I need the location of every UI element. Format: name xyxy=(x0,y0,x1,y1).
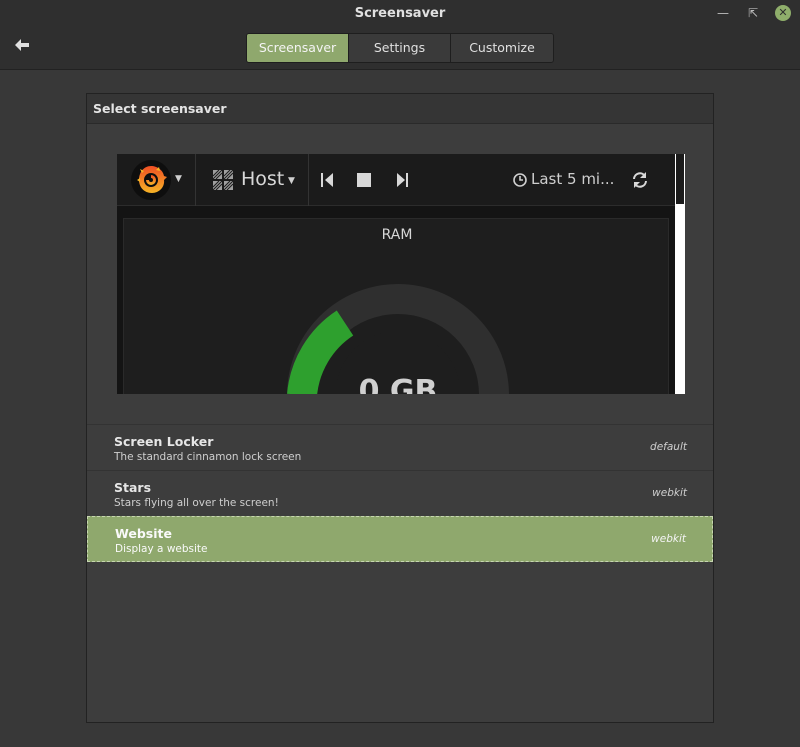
list-item-tag: webkit xyxy=(652,487,687,499)
list-item-title: Screen Locker xyxy=(114,434,214,449)
back-arrow-icon xyxy=(15,39,29,51)
minimize-icon[interactable]: — xyxy=(715,5,731,21)
list-item-title: Stars xyxy=(114,480,152,495)
window-title: Screensaver xyxy=(354,6,446,21)
ram-panel: RAM 0 GB xyxy=(123,218,669,394)
list-item-title: Website xyxy=(115,526,172,541)
ram-gauge-value: 0 GB xyxy=(359,374,438,394)
list-item-subtitle: The standard cinnamon lock screen xyxy=(114,451,302,463)
list-item-website[interactable]: Website Display a website webkit xyxy=(87,516,713,562)
screensaver-preview: ▼ Host ▼ Last 5 mi... RAM 0 GB xyxy=(117,154,685,394)
tab-screensaver[interactable]: Screensaver xyxy=(247,34,349,62)
refresh-icon[interactable] xyxy=(631,171,649,189)
skip-forward-icon[interactable] xyxy=(393,170,411,190)
ram-gauge: 0 GB xyxy=(287,284,509,394)
dashboard-picker[interactable]: Host xyxy=(241,168,284,190)
tab-settings[interactable]: Settings xyxy=(349,34,451,62)
screensaver-panel: Select screensaver ▼ Host ▼ Last 5 mi...… xyxy=(86,93,714,723)
back-button[interactable] xyxy=(10,36,34,58)
screensaver-list: Screen Locker The standard cinnamon lock… xyxy=(87,424,713,562)
preview-toolbar: ▼ Host ▼ Last 5 mi... xyxy=(117,154,675,206)
panel-title: Select screensaver xyxy=(87,94,713,124)
list-item-subtitle: Display a website xyxy=(115,543,208,555)
list-item-tag: default xyxy=(650,441,687,453)
toolbar-divider xyxy=(308,154,309,206)
list-item-screen-locker[interactable]: Screen Locker The standard cinnamon lock… xyxy=(87,424,713,470)
list-item-tag: webkit xyxy=(651,533,686,545)
header-bar: Screensaver — ⇱ ✕ Screensaver Settings C… xyxy=(0,0,800,70)
tab-bar: Screensaver Settings Customize xyxy=(246,33,554,63)
maximize-icon[interactable]: ⇱ xyxy=(745,5,761,21)
clock-icon xyxy=(513,173,527,187)
tab-customize[interactable]: Customize xyxy=(451,34,553,62)
toolbar-divider xyxy=(195,154,196,206)
dashboard-grid-icon xyxy=(213,170,233,190)
close-icon[interactable]: ✕ xyxy=(775,5,791,21)
logo-dropdown-icon[interactable]: ▼ xyxy=(175,174,182,184)
list-item-subtitle: Stars flying all over the screen! xyxy=(114,497,279,509)
stop-icon[interactable] xyxy=(355,170,373,190)
dashboard-dropdown-icon[interactable]: ▼ xyxy=(288,176,295,186)
grafana-logo-icon xyxy=(131,160,171,200)
time-range-picker[interactable]: Last 5 mi... xyxy=(531,170,614,188)
preview-scrollbar-thumb[interactable] xyxy=(676,154,684,204)
skip-back-icon[interactable] xyxy=(319,170,337,190)
list-item-stars[interactable]: Stars Stars flying all over the screen! … xyxy=(87,470,713,516)
